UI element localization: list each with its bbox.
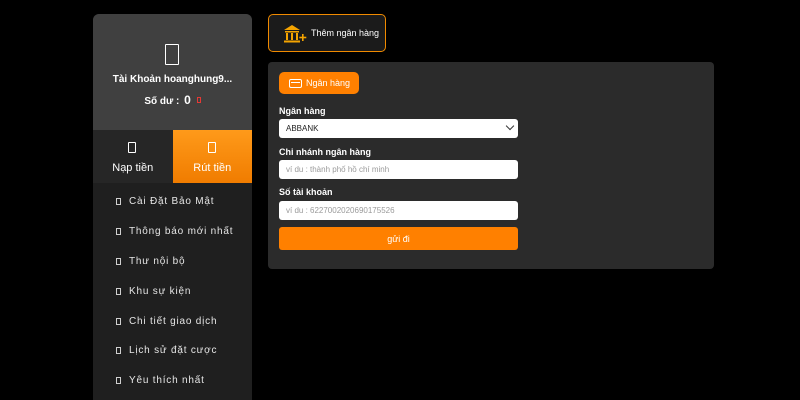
tab-deposit-label: Nạp tiền bbox=[112, 162, 154, 174]
chevron-down-icon bbox=[505, 121, 515, 131]
account-number-input[interactable]: ví du : 6227002020690175526 bbox=[279, 201, 518, 220]
bank-select-value: ABBANK bbox=[286, 124, 319, 133]
menu-item-inbox[interactable]: Thư nội bộ bbox=[93, 247, 252, 277]
phone-icon bbox=[165, 44, 179, 65]
deposit-icon bbox=[128, 142, 136, 153]
menu-item-label: Cài Đặt Bảo Mật bbox=[129, 196, 215, 208]
wallet-tabs: Nạp tiền Rút tiền bbox=[93, 130, 252, 183]
account-menu: Cài Đặt Bảo Mật Thông báo mới nhất Thư n… bbox=[93, 183, 252, 396]
tab-bank[interactable]: Ngân hàng bbox=[279, 72, 359, 94]
account-number-placeholder: ví du : 6227002020690175526 bbox=[286, 206, 395, 215]
branch-placeholder: ví du : thành phố hồ chí minh bbox=[286, 165, 390, 174]
tab-bank-label: Ngân hàng bbox=[306, 78, 351, 88]
sidebar: Tài Khoản hoanghung9... Số dư : 0 Nạp ti… bbox=[93, 14, 252, 400]
credit-card-icon bbox=[289, 78, 302, 88]
bank-form-panel: Ngân hàng Ngân hàng ABBANK Chi nhánh ngâ… bbox=[268, 62, 714, 269]
menu-item-label: Lịch sử đặt cược bbox=[129, 345, 218, 357]
history-icon bbox=[116, 347, 121, 355]
gift-icon bbox=[116, 287, 121, 295]
account-name: Tài Khoản hoanghung9... bbox=[112, 74, 233, 85]
tab-withdraw-label: Rút tiền bbox=[193, 162, 232, 174]
menu-item-label: Chi tiết giao dịch bbox=[129, 315, 218, 327]
tab-deposit[interactable]: Nạp tiền bbox=[93, 130, 173, 183]
branch-input[interactable]: ví du : thành phố hồ chí minh bbox=[279, 160, 518, 179]
balance: Số dư : 0 bbox=[93, 93, 252, 107]
menu-item-label: Yêu thích nhất bbox=[129, 375, 205, 387]
heart-icon bbox=[116, 377, 121, 385]
menu-item-notifications[interactable]: Thông báo mới nhất bbox=[93, 217, 252, 247]
menu-item-bet-history[interactable]: Lịch sử đặt cược bbox=[93, 336, 252, 366]
add-bank-button[interactable]: Thêm ngân hàng bbox=[268, 14, 386, 52]
submit-button[interactable]: gửi đi bbox=[279, 227, 518, 250]
menu-item-transactions[interactable]: Chi tiết giao dịch bbox=[93, 306, 252, 336]
account-number-label: Số tài khoản bbox=[279, 187, 333, 197]
bank-select[interactable]: ABBANK bbox=[279, 119, 518, 138]
receipt-icon bbox=[116, 317, 121, 325]
menu-item-favorites[interactable]: Yêu thích nhất bbox=[93, 366, 252, 396]
tab-withdraw[interactable]: Rút tiền bbox=[172, 130, 252, 183]
balance-value: 0 bbox=[184, 93, 191, 107]
mail-icon bbox=[116, 257, 121, 265]
menu-item-label: Khu sự kiện bbox=[129, 285, 192, 297]
withdraw-icon bbox=[207, 142, 216, 153]
bell-icon bbox=[116, 228, 121, 236]
balance-label: Số dư : bbox=[144, 96, 180, 107]
menu-item-label: Thông báo mới nhất bbox=[129, 226, 234, 238]
add-bank-label: Thêm ngân hàng bbox=[311, 28, 380, 38]
menu-item-security[interactable]: Cài Đặt Bảo Mật bbox=[93, 187, 252, 217]
shield-icon bbox=[116, 198, 121, 206]
menu-item-events[interactable]: Khu sự kiện bbox=[93, 276, 252, 306]
bank-label: Ngân hàng bbox=[279, 106, 326, 116]
account-card: Tài Khoản hoanghung9... Số dư : 0 bbox=[93, 14, 252, 130]
branch-label: Chi nhánh ngân hàng bbox=[279, 147, 371, 157]
menu-item-label: Thư nội bộ bbox=[129, 255, 186, 267]
bank-add-icon bbox=[283, 24, 307, 43]
currency-icon bbox=[196, 97, 201, 103]
